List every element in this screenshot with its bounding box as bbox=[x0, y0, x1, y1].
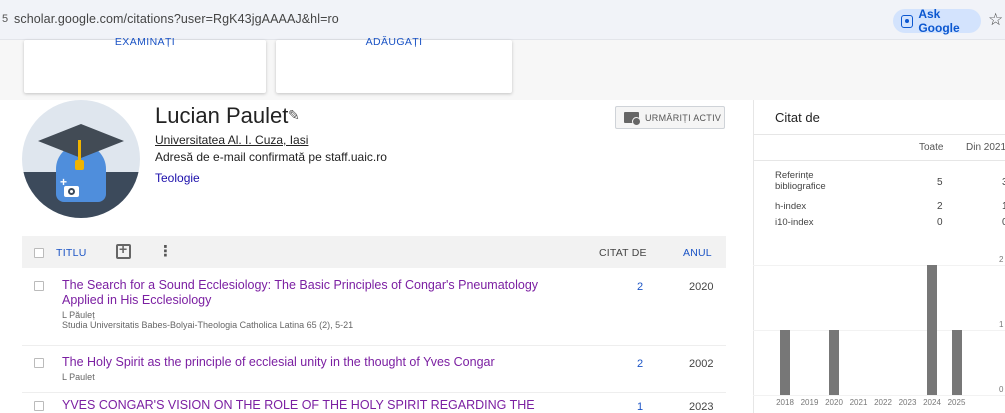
graduation-cap-icon bbox=[38, 124, 124, 158]
more-options-icon[interactable]: ⋮ bbox=[158, 242, 173, 260]
articles-table-header: TITLU ⋮ CITAT DE ANUL bbox=[22, 236, 726, 268]
add-card-label: ADĂUGAȚI bbox=[365, 36, 423, 48]
cited-count[interactable]: 2 bbox=[637, 358, 643, 370]
bar-2020[interactable] bbox=[829, 330, 839, 395]
x-tick-label: 2018 bbox=[776, 398, 794, 407]
metric-i10-all: 0 bbox=[937, 217, 943, 228]
profile-name: Lucian Paulet bbox=[155, 103, 289, 128]
bookmark-star-icon[interactable]: ☆ bbox=[988, 10, 1003, 30]
examine-card-label: EXAMINAȚI bbox=[114, 36, 176, 48]
profile-affiliation[interactable]: Universitatea Al. I. Cuza, Iasi bbox=[155, 133, 308, 147]
url-text[interactable]: scholar.google.com/citations?user=RgK43j… bbox=[14, 12, 339, 26]
divider bbox=[754, 134, 1005, 135]
add-card[interactable]: ADĂUGAȚI bbox=[276, 36, 512, 93]
article-authors: L Păuleț bbox=[62, 310, 95, 320]
divider bbox=[754, 160, 1005, 161]
mail-icon bbox=[624, 112, 641, 126]
tab-fragment: 5 bbox=[2, 13, 9, 25]
y-tick-label: 0 bbox=[999, 385, 1004, 394]
x-tick-label: 2019 bbox=[800, 398, 819, 407]
gridline bbox=[753, 265, 1005, 266]
row-checkbox[interactable] bbox=[34, 281, 44, 291]
article-venue: Studia Universitatis Babes-Bolyai-Theolo… bbox=[62, 320, 354, 330]
sort-year-header[interactable]: ANUL bbox=[683, 247, 712, 259]
x-tick-label: 2024 bbox=[923, 398, 941, 407]
y-tick-label: 2 bbox=[999, 255, 1004, 264]
cited-count[interactable]: 2 bbox=[637, 281, 643, 293]
x-tick-label: 2025 bbox=[947, 398, 966, 407]
sort-cited-header[interactable]: CITAT DE bbox=[599, 247, 647, 259]
add-article-icon[interactable] bbox=[116, 241, 131, 259]
gridline bbox=[753, 395, 1005, 396]
metric-label-hindex: h-index bbox=[775, 201, 807, 212]
edit-pencil-icon[interactable]: ✎ bbox=[288, 107, 300, 124]
article-year: 2002 bbox=[689, 358, 714, 370]
article-year: 2020 bbox=[689, 281, 714, 293]
profile-email: Adresă de e-mail confirmată pe staff.uai… bbox=[155, 150, 387, 164]
row-checkbox[interactable] bbox=[34, 401, 44, 411]
article-year: 2023 bbox=[689, 401, 714, 413]
cited-count[interactable]: 1 bbox=[637, 401, 643, 413]
ask-google-button[interactable]: Ask Google bbox=[893, 7, 981, 35]
browser-url-bar: 5 scholar.google.com/citations?user=RgK4… bbox=[0, 0, 1005, 40]
article-title[interactable]: The Holy Spirit as the principle of eccl… bbox=[62, 355, 572, 370]
cited-by-heading: Citat de bbox=[775, 110, 820, 125]
col-since-header: Din 2021 bbox=[966, 142, 1005, 153]
ask-google-label: Ask Google bbox=[918, 7, 960, 35]
col-all-header: Toate bbox=[919, 142, 944, 153]
article-title[interactable]: The Search for a Sound Ecclesiology: The… bbox=[62, 278, 572, 308]
profile-interest[interactable]: Teologie bbox=[155, 171, 200, 185]
follow-button[interactable]: URMĂRIȚI ACTIV bbox=[615, 106, 725, 129]
examine-card[interactable]: EXAMINAȚI bbox=[24, 36, 266, 93]
metric-citations-all: 5 bbox=[937, 177, 943, 188]
add-photo-icon[interactable]: + bbox=[60, 175, 82, 198]
metric-label-citations: Referințe bibliografice bbox=[775, 170, 826, 192]
bar-2018[interactable] bbox=[780, 330, 790, 395]
table-row: YVES CONGAR'S VISION ON THE ROLE OF THE … bbox=[22, 396, 726, 413]
citations-bar-chart: 2 1 0 2018 2019 2020 2021 2022 2023 2024 2025 bbox=[753, 240, 1005, 413]
x-tick-label: 2020 bbox=[825, 398, 843, 407]
gridline bbox=[753, 330, 1005, 331]
table-row: The Holy Spirit as the principle of eccl… bbox=[22, 353, 726, 393]
article-authors: L Paulet bbox=[62, 372, 95, 382]
x-tick-label: 2022 bbox=[874, 398, 892, 407]
x-tick-label: 2023 bbox=[898, 398, 917, 407]
sort-title-header[interactable]: TITLU bbox=[56, 247, 87, 259]
follow-label: URMĂRIȚI ACTIV bbox=[645, 112, 722, 123]
metric-hindex-all: 2 bbox=[937, 201, 943, 212]
table-row: The Search for a Sound Ecclesiology: The… bbox=[22, 276, 726, 346]
x-tick-label: 2021 bbox=[849, 398, 868, 407]
avatar[interactable]: + bbox=[22, 100, 140, 218]
article-title[interactable]: YVES CONGAR'S VISION ON THE ROLE OF THE … bbox=[62, 398, 622, 413]
tassel-end bbox=[75, 160, 84, 170]
lens-icon bbox=[901, 14, 914, 28]
bar-2025[interactable] bbox=[951, 330, 962, 395]
row-checkbox[interactable] bbox=[34, 358, 44, 368]
bar-2024[interactable] bbox=[927, 265, 937, 395]
select-all-checkbox[interactable] bbox=[34, 248, 44, 258]
metric-label-i10: i10-index bbox=[775, 217, 814, 228]
y-tick-label: 1 bbox=[999, 320, 1004, 329]
